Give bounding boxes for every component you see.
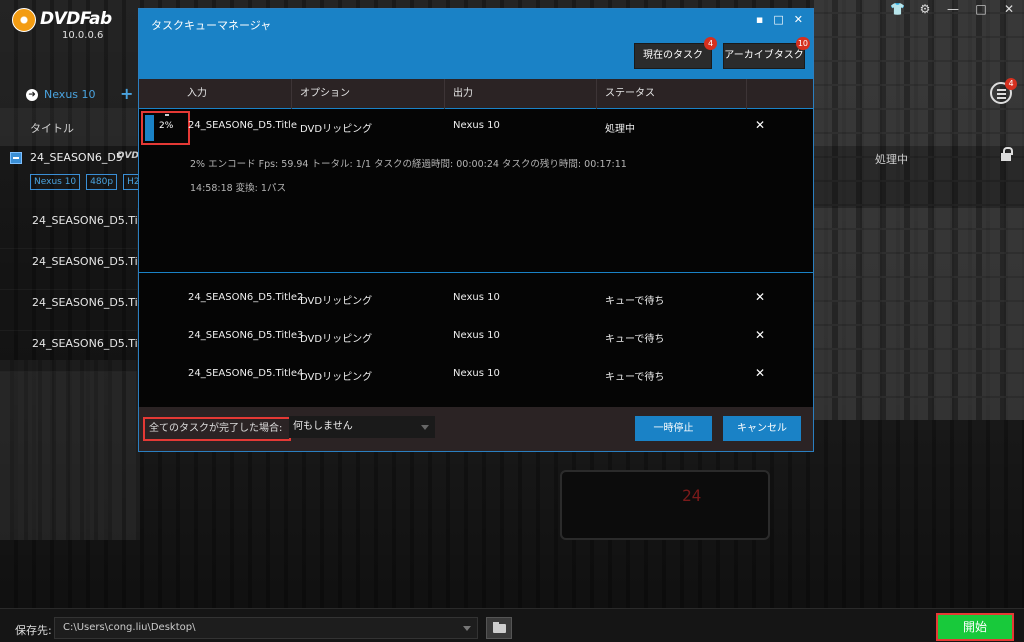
task-status: キューで待ち bbox=[605, 334, 665, 345]
save-to-label: 保存先: bbox=[15, 624, 52, 637]
task-queue-icon[interactable]: 4 bbox=[990, 78, 1017, 104]
current-tasks-button[interactable]: 現在のタスク 4 bbox=[634, 37, 717, 69]
app-logo: DVDFab 10.0.0.6 bbox=[12, 6, 122, 46]
remove-task-icon[interactable]: ✕ bbox=[755, 290, 765, 304]
arrow-right-icon: ➜ bbox=[26, 88, 38, 101]
dialog-header: タスクキューマネージャ ▪ □ ✕ 現在のタスク 4 アーカイブタスク 10 bbox=[139, 9, 813, 79]
minimize-icon[interactable]: — bbox=[946, 2, 960, 16]
lock-icon bbox=[1001, 147, 1013, 161]
profile-tags: Nexus 10 480p H264 bbox=[30, 174, 156, 190]
background-building bbox=[0, 360, 140, 540]
column-output: 出力 bbox=[445, 79, 597, 109]
dvd-badge: DVD bbox=[117, 151, 139, 161]
progress-percent: 2% bbox=[159, 121, 174, 131]
source-title: 24_SEASON6_D5 bbox=[30, 151, 123, 164]
background-building bbox=[814, 0, 1024, 420]
task-output: Nexus 10 bbox=[453, 368, 500, 379]
remove-task-icon[interactable]: ✕ bbox=[755, 328, 765, 342]
task-input: 24_SEASON6_D5.Title3 bbox=[188, 330, 304, 341]
window-controls: 👕 ⚙ — □ ✕ bbox=[890, 2, 1016, 16]
tag-device[interactable]: Nexus 10 bbox=[30, 174, 81, 190]
column-status: ステータス bbox=[597, 79, 747, 109]
dialog-minimize-icon[interactable]: ▪ bbox=[756, 13, 763, 26]
dialog-window-controls: ▪ □ ✕ bbox=[756, 13, 803, 26]
list-item[interactable]: 24_SEASON6_D5.Title1 bbox=[0, 208, 159, 249]
task-output: Nexus 10 bbox=[453, 292, 500, 303]
title-list: 24_SEASON6_D5.Title1 24_SEASON6_D5.Title… bbox=[0, 208, 159, 372]
remove-task-icon[interactable]: ✕ bbox=[755, 118, 765, 132]
profile-label: Nexus 10 bbox=[44, 88, 96, 101]
folder-icon bbox=[493, 622, 506, 633]
background-taxi-meter: 24 bbox=[560, 470, 770, 540]
save-path-value: C:\Users\cong.liu\Desktop\ bbox=[63, 622, 196, 633]
remove-task-icon[interactable]: ✕ bbox=[755, 366, 765, 380]
skin-icon[interactable]: 👕 bbox=[890, 2, 905, 16]
table-row[interactable]: 24_SEASON6_D5.Title2 DVDリッピング Nexus 10 キ… bbox=[139, 280, 813, 318]
queue-count-badge: 4 bbox=[1005, 78, 1017, 90]
task-queue-manager-dialog: タスクキューマネージャ ▪ □ ✕ 現在のタスク 4 アーカイブタスク 10 入… bbox=[138, 8, 814, 452]
task-input: 24_SEASON6_D5.Title bbox=[188, 120, 297, 131]
task-option: DVDリッピング bbox=[300, 296, 373, 307]
source-status: 処理中 bbox=[875, 153, 908, 166]
current-tasks-badge: 4 bbox=[704, 37, 717, 50]
bottom-bar: 保存先: C:\Users\cong.liu\Desktop\ 開始 bbox=[0, 608, 1024, 642]
task-output: Nexus 10 bbox=[453, 330, 500, 341]
task-option: DVDリッピング bbox=[300, 334, 373, 345]
profile-selector[interactable]: ➜ Nexus 10 bbox=[26, 88, 96, 101]
dvdfab-disc-icon bbox=[12, 8, 36, 32]
chevron-down-icon[interactable] bbox=[463, 626, 471, 631]
pause-button[interactable]: 一時停止 bbox=[635, 416, 712, 441]
app-brand: DVDFab bbox=[40, 9, 112, 29]
archive-tasks-badge: 10 bbox=[795, 37, 810, 50]
collapse-checkbox[interactable] bbox=[10, 152, 22, 164]
browse-folder-button[interactable] bbox=[486, 617, 512, 639]
dialog-footer: 全てのタスクが完了した場合: 何もしません 一時停止 キャンセル bbox=[139, 407, 813, 451]
maximize-icon[interactable]: □ bbox=[974, 2, 988, 16]
dialog-title: タスクキューマネージャ bbox=[151, 19, 272, 32]
archive-tasks-label: アーカイブタスク bbox=[724, 50, 804, 61]
task-status: キューで待ち bbox=[605, 372, 665, 383]
start-button[interactable]: 開始 bbox=[936, 613, 1014, 641]
task-table-header: 入力 オプション 出力 ステータス bbox=[139, 79, 813, 109]
dialog-close-icon[interactable]: ✕ bbox=[794, 13, 803, 26]
when-done-select[interactable]: 何もしません bbox=[289, 416, 435, 438]
list-item[interactable]: 24_SEASON6_D5.Title2 bbox=[0, 249, 159, 290]
taxi-meter-digits: 24 bbox=[682, 486, 702, 505]
column-option: オプション bbox=[292, 79, 445, 109]
list-item[interactable]: 24_SEASON6_D5.Title3 bbox=[0, 290, 159, 331]
table-row[interactable]: 24_SEASON6_D5.Title4 DVDリッピング Nexus 10 キ… bbox=[139, 356, 813, 394]
list-item[interactable]: 24_SEASON6_D5.Title4 bbox=[0, 331, 159, 372]
task-progress-detail: 2% エンコード Fps: 59.94 トータル: 1/1 タスクの経過時間: … bbox=[190, 159, 627, 170]
cancel-button[interactable]: キャンセル bbox=[723, 416, 801, 441]
when-done-label: 全てのタスクが完了した場合: bbox=[143, 417, 291, 441]
task-output: Nexus 10 bbox=[453, 120, 500, 131]
save-path-field[interactable]: C:\Users\cong.liu\Desktop\ bbox=[54, 617, 478, 639]
tag-resolution[interactable]: 480p bbox=[86, 174, 118, 190]
settings-icon[interactable]: ⚙ bbox=[918, 2, 932, 16]
table-row[interactable]: 24_SEASON6_D5.Title3 DVDリッピング Nexus 10 キ… bbox=[139, 318, 813, 356]
close-icon[interactable]: ✕ bbox=[1002, 2, 1016, 16]
when-done-value: 何もしません bbox=[293, 421, 353, 432]
task-status: 処理中 bbox=[605, 124, 635, 135]
task-progress-indicator: 2% bbox=[141, 111, 190, 145]
app-version: 10.0.0.6 bbox=[62, 30, 104, 41]
dialog-maximize-icon[interactable]: □ bbox=[773, 13, 783, 26]
title-column-header: タイトル bbox=[30, 122, 74, 135]
active-task-row[interactable]: 2% 24_SEASON6_D5.Title DVDリッピング Nexus 10… bbox=[139, 110, 813, 273]
task-time-detail: 14:58:18 変換: 1パス bbox=[190, 183, 286, 194]
archive-tasks-button[interactable]: アーカイブタスク 10 bbox=[723, 37, 810, 69]
chevron-down-icon bbox=[421, 425, 429, 430]
task-status: キューで待ち bbox=[605, 296, 665, 307]
column-input: 入力 bbox=[179, 79, 292, 109]
current-tasks-label: 現在のタスク bbox=[643, 50, 703, 61]
progress-fill bbox=[145, 115, 154, 141]
task-option: DVDリッピング bbox=[300, 372, 373, 383]
task-input: 24_SEASON6_D5.Title2 bbox=[188, 292, 304, 303]
add-source-button[interactable]: + bbox=[120, 84, 133, 103]
task-option: DVDリッピング bbox=[300, 124, 373, 135]
task-input: 24_SEASON6_D5.Title4 bbox=[188, 368, 304, 379]
